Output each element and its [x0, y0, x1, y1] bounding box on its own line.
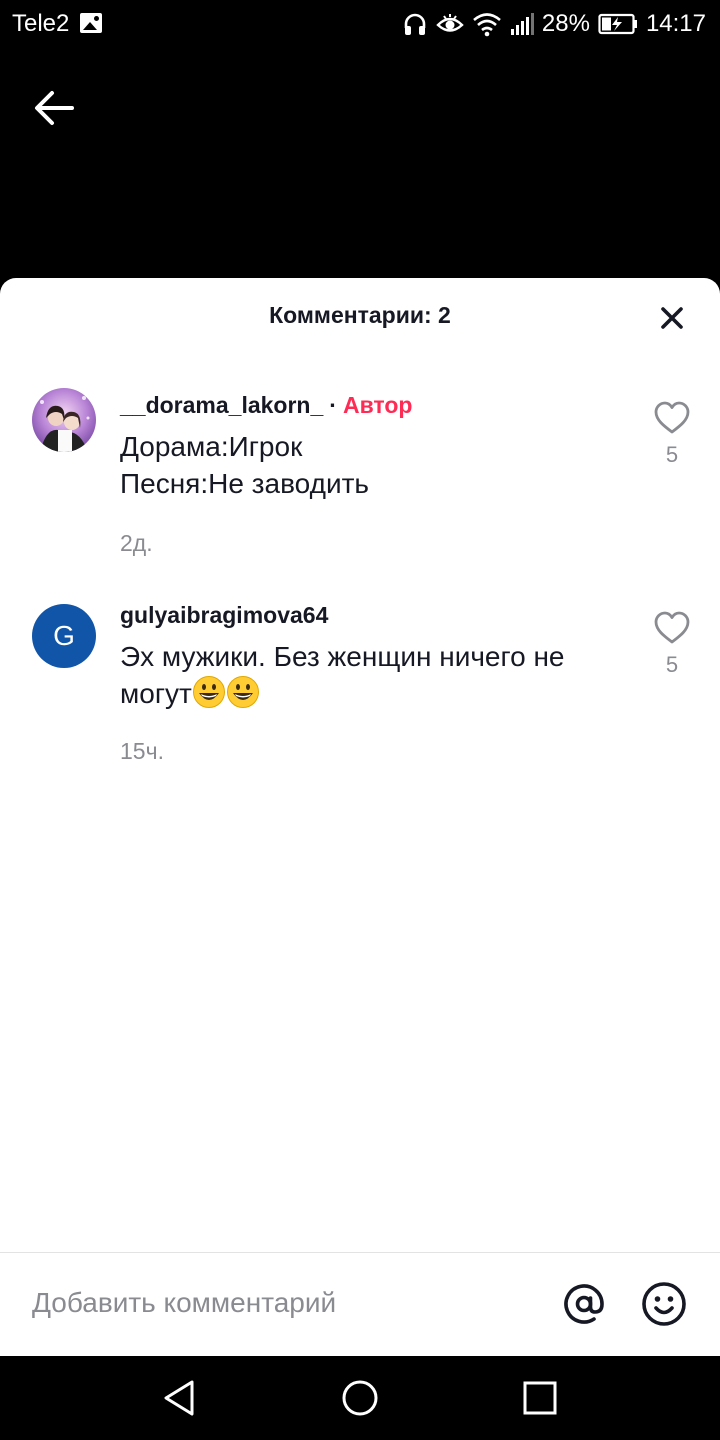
comments-sheet: Комментарии: 2 __dorama_lakorn_ · Автор … [0, 278, 720, 1356]
status-bar: Tele2 28% 14:17 [0, 0, 720, 48]
avatar-letter: G [53, 620, 75, 651]
comment-username[interactable]: __dorama_lakorn_ · Автор [120, 392, 412, 419]
smiley-icon [642, 1282, 686, 1326]
battery-percent: 28% [541, 10, 590, 37]
carrier-name: Tele2 [12, 10, 70, 37]
grinning-face-emoji [192, 676, 225, 708]
avatar-photo [32, 388, 96, 452]
navigation-bar [0, 1356, 720, 1440]
separator-dot: · [329, 392, 337, 418]
clock: 14:17 [645, 10, 706, 37]
arrow-left-icon [35, 91, 74, 125]
comment-username[interactable]: gulyaibragimova64 [120, 602, 328, 629]
comments-title: Комментарии: 2 [269, 302, 451, 328]
heart-icon [654, 611, 690, 644]
author-badge: Автор [342, 392, 413, 418]
status-icons: 28% 14:17 [402, 8, 706, 40]
mention-button[interactable] [560, 1280, 608, 1328]
like-count: 5 [665, 442, 679, 467]
close-icon [661, 307, 683, 329]
headphones-icon [404, 13, 426, 35]
battery-charging-icon [598, 13, 637, 35]
comment-input-bar[interactable]: Добавить комментарий [0, 1253, 720, 1356]
comment-text: Дорама:Игрок Песня:Не заводить [120, 431, 369, 499]
comment-time: 2д. [120, 530, 153, 556]
username-text[interactable]: __dorama_lakorn_ [120, 392, 323, 418]
close-button[interactable] [652, 298, 692, 338]
back-button[interactable] [28, 82, 80, 134]
comment-text-content: Эх мужики. Без женщин ничего не могут [120, 641, 573, 709]
grinning-face-emoji [226, 676, 259, 708]
home-circle-icon [342, 1380, 378, 1416]
avatar[interactable] [32, 388, 96, 452]
at-sign-icon [564, 1284, 604, 1324]
nav-recents-button[interactable] [518, 1376, 562, 1420]
like-count: 5 [665, 652, 679, 677]
comment-input-placeholder[interactable]: Добавить комментарий [32, 1287, 336, 1319]
nav-home-button[interactable] [338, 1376, 382, 1420]
recents-square-icon [523, 1381, 557, 1415]
back-triangle-icon [164, 1380, 194, 1416]
like-button[interactable] [652, 610, 692, 646]
nav-back-button[interactable] [158, 1376, 202, 1420]
eye-icon [436, 14, 464, 32]
comment-text: Эх мужики. Без женщин ничего не могут [120, 638, 580, 712]
signal-icon [510, 13, 534, 35]
username-text[interactable]: gulyaibragimova64 [120, 602, 328, 628]
gallery-icon [80, 13, 102, 33]
avatar[interactable]: G [32, 604, 96, 668]
emoji-button[interactable] [640, 1280, 688, 1328]
like-button[interactable] [652, 400, 692, 436]
heart-icon [654, 401, 690, 434]
comment-time: 15ч. [120, 738, 164, 764]
wifi-icon [473, 13, 501, 37]
